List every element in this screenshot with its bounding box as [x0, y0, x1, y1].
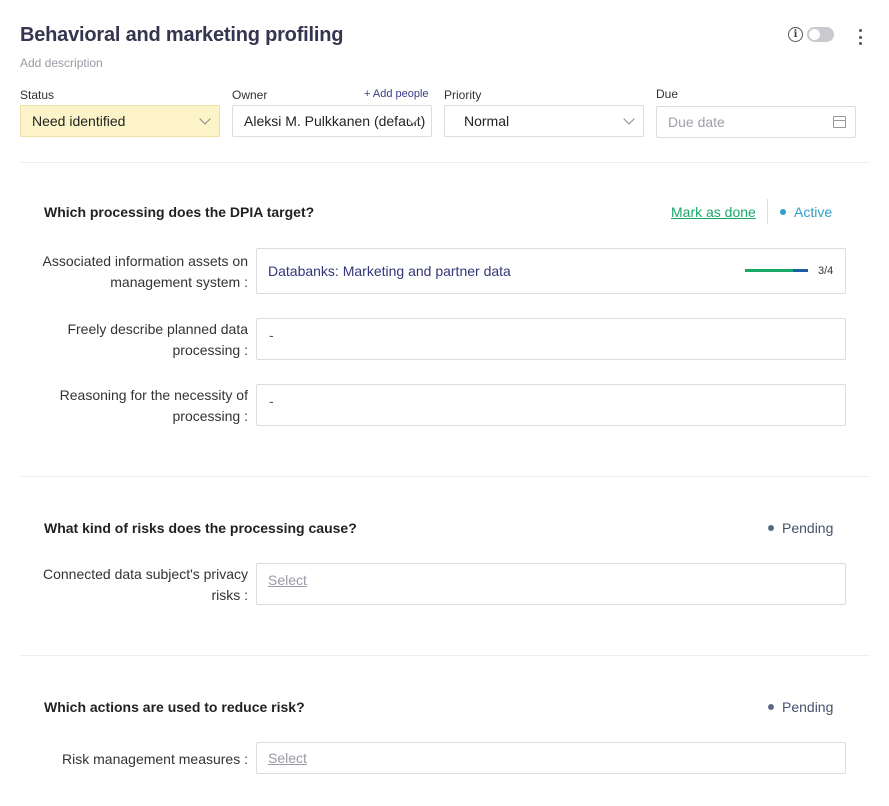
kebab-menu-icon[interactable] — [853, 27, 867, 47]
row-label-privacy-risks: Connected data subject's privacy risks : — [43, 564, 248, 606]
status-indicator-active: Active — [780, 204, 832, 220]
section-title-risks: What kind of risks does the processing c… — [44, 520, 357, 536]
status-dot-icon — [768, 704, 774, 710]
calendar-icon[interactable] — [833, 116, 846, 128]
row-label-risk-measures: Risk management measures : — [62, 749, 248, 770]
status-label: Status — [20, 88, 55, 102]
label-line: management system : — [110, 274, 248, 290]
add-description-link[interactable]: Add description — [20, 56, 103, 70]
necessity-field[interactable]: - — [256, 384, 846, 426]
toggle-switch[interactable] — [807, 27, 834, 42]
status-dot-icon — [780, 209, 786, 215]
row-label-necessity: Reasoning for the necessity of processin… — [60, 385, 248, 427]
asset-link[interactable]: Databanks: Marketing and partner data — [268, 263, 511, 279]
planned-processing-field[interactable]: - — [256, 318, 846, 360]
page-title: Behavioral and marketing profiling — [20, 24, 344, 46]
header-actions: i — [788, 27, 834, 42]
progress-bar — [745, 269, 808, 272]
select-link[interactable]: Select — [268, 572, 307, 588]
status-dot-icon — [768, 525, 774, 531]
progress-count: 3/4 — [818, 265, 834, 277]
status-text: Pending — [782, 520, 834, 536]
status-text: Pending — [782, 699, 834, 715]
label-line: processing : — [172, 408, 248, 424]
due-date-placeholder: Due date — [668, 114, 725, 130]
label-line: Freely describe planned data — [67, 321, 248, 337]
status-value: Need identified — [32, 113, 126, 129]
priority-label: Priority — [444, 88, 482, 102]
section-title-actions: Which actions are used to reduce risk? — [44, 699, 305, 715]
info-icon-glyph: i — [793, 29, 798, 40]
status-select[interactable]: Need identified — [20, 105, 220, 137]
risk-measures-field[interactable]: Select — [256, 742, 846, 774]
add-people-button[interactable]: + Add people — [364, 88, 429, 100]
owner-label: Owner — [232, 88, 268, 102]
status-indicator-pending: Pending — [768, 520, 833, 536]
label-line: Reasoning for the necessity of — [59, 387, 248, 403]
select-link[interactable]: Select — [268, 750, 307, 766]
field-value: - — [269, 393, 274, 409]
chevron-down-icon — [199, 113, 211, 125]
status-indicator-pending: Pending — [768, 699, 833, 715]
label-line: Connected data subject's privacy — [42, 566, 248, 582]
progress-remainder — [793, 269, 808, 272]
label-line: Associated information assets on — [42, 253, 248, 269]
label-line: Risk management measures : — [62, 751, 248, 767]
priority-select[interactable]: Normal — [444, 105, 644, 137]
section-title-dpia-target: Which processing does the DPIA target? — [44, 204, 315, 220]
info-icon[interactable]: i — [788, 27, 803, 42]
due-date-input[interactable]: Due date — [656, 106, 856, 138]
vertical-separator — [767, 199, 768, 224]
row-label-planned-processing: Freely describe planned data processing … — [67, 319, 248, 361]
privacy-risks-field[interactable]: Select — [256, 563, 846, 605]
due-label: Due — [656, 87, 679, 101]
priority-value: Normal — [464, 113, 510, 129]
row-label-information-assets: Associated information assets on managem… — [43, 251, 248, 293]
information-assets-field[interactable]: Databanks: Marketing and partner data 3/… — [256, 248, 846, 294]
divider — [20, 476, 870, 477]
field-value: - — [269, 327, 274, 343]
divider — [20, 655, 870, 656]
mark-as-done-link[interactable]: Mark as done — [671, 204, 756, 220]
label-line: risks : — [211, 587, 248, 603]
owner-value: Aleksi M. Pulkkanen (default) — [244, 113, 426, 129]
owner-select[interactable]: Aleksi M. Pulkkanen (default) — [232, 105, 432, 137]
divider — [20, 162, 870, 163]
status-text: Active — [794, 204, 833, 220]
chevron-down-icon — [623, 113, 635, 125]
label-line: processing : — [172, 342, 248, 358]
